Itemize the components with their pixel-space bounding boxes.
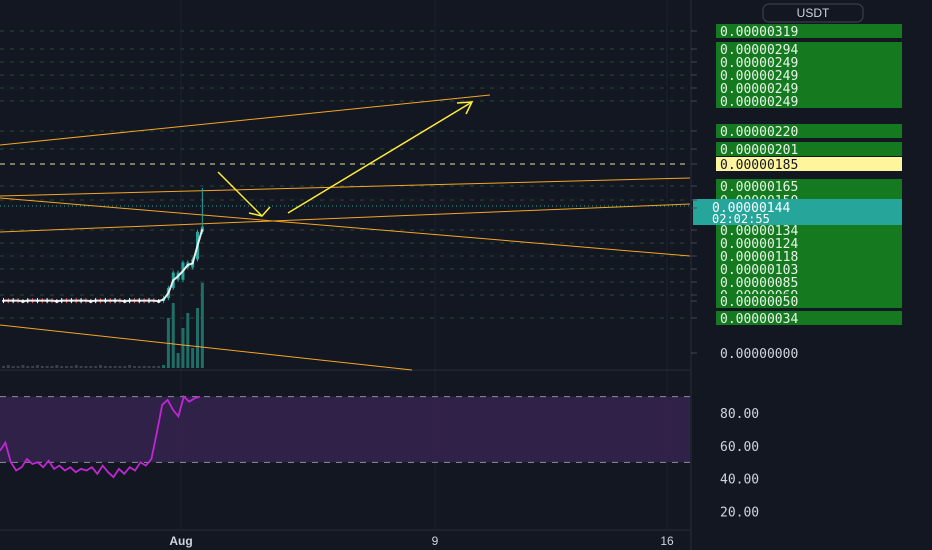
volume-bar [69,366,73,368]
price-tag-label: 0.00000249 [720,95,798,110]
volume-bar [74,365,78,368]
volume-bar [89,366,93,368]
volume-bar [50,366,54,368]
rsi-axis-label: 20.00 [720,506,759,521]
time-axis-label: 16 [660,534,674,548]
volume-bar [176,353,180,368]
volume-bar [142,366,146,368]
volume-bar [181,328,185,368]
volume-bar [200,283,204,368]
time-axis-label: 9 [432,534,439,548]
volume-bar [45,366,49,368]
volume-bar [123,366,127,368]
volume-bar [60,366,64,368]
volume-bar [113,366,117,368]
rsi-band [0,396,690,463]
volume-bar [16,366,20,368]
volume-bar [147,366,151,368]
rsi-axis-label: 40.00 [720,473,759,488]
volume-bar [84,366,88,368]
volume-bar [79,366,83,368]
price-tag-label: 0.00000201 [720,143,798,158]
volume-bar [40,366,44,368]
chart-canvas: 0.000003190.000002940.000002490.00000249… [0,0,932,550]
price-axis-label: 0.00000000 [720,347,798,362]
volume-bar [35,365,39,368]
volume-bar [152,366,156,368]
price-tag-label: 0.00000185 [720,158,798,173]
volume-bar [157,366,161,368]
price-tag-label: 0.00000034 [720,312,798,327]
volume-bar [191,348,195,368]
volume-bar [55,365,59,368]
volume-bar [132,366,136,368]
chart-app: 0.00000319 0.00000294 0.00000249 0.00000249… [0,0,932,550]
volume-bar [128,365,132,368]
volume-bar [103,366,107,368]
volume-bar [162,365,166,368]
price-tag-label: 0.00000319 [720,25,798,40]
volume-bar [108,366,112,368]
volume-bar [31,366,35,368]
price-tag-label: 0.00000220 [720,125,798,140]
volume-bar [11,366,15,368]
rsi-axis-label: 80.00 [720,407,759,422]
volume-bar [94,366,98,368]
volume-bar [171,303,175,368]
rsi-axis-label: 60.00 [720,440,759,455]
price-tag-label: 0.00000165 [720,180,798,195]
volume-bar [2,366,5,368]
volume-bar [21,365,25,368]
volume-bar [196,308,199,368]
volume-bar [99,365,102,368]
volume-bar [26,366,30,368]
countdown-label: 02:02:55 [712,212,770,226]
volume-bar [137,366,141,368]
currency-label: USDT [797,6,830,20]
time-axis-label: Aug [169,534,192,548]
volume-bar [6,365,10,368]
volume-bar [186,313,190,368]
volume-bar [65,366,69,368]
price-tag-label: 0.00000050 [720,295,798,310]
volume-bar [118,366,122,368]
